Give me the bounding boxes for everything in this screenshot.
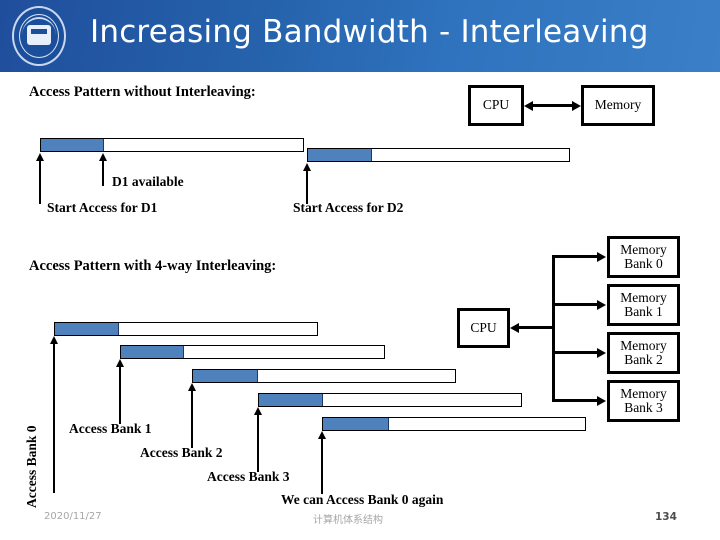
memory-bank-3-line1: Memory — [620, 385, 667, 401]
label-access-bank-2: Access Bank 2 — [140, 445, 223, 460]
arrow-access-bank-2-line — [191, 390, 193, 448]
bar-d1-access — [40, 138, 304, 152]
section-heading-with-interleaving: Access Pattern with 4-way Interleaving: — [29, 258, 277, 274]
arrow-bank-0-again-line — [321, 438, 323, 494]
arrow-d1-available-head-icon — [98, 153, 107, 161]
cpu-box-top: CPU — [468, 85, 524, 126]
bar-d2-access — [307, 148, 570, 162]
arrow-access-bank-3-head-icon — [253, 407, 262, 415]
bar-bank-2-access — [192, 369, 456, 383]
memory-bank-0-line2: Bank 0 — [624, 256, 663, 271]
bar-bank-0-again-access — [322, 417, 586, 431]
branch-bank-3-line — [552, 399, 598, 402]
label-access-bank-0-again: We can Access Bank 0 again — [281, 492, 444, 507]
bar-bank-0-fill — [55, 323, 119, 335]
arrow-access-bank-0-line — [53, 343, 55, 493]
memory-bank-1-box: Memory Bank 1 — [607, 284, 680, 326]
bus-to-cpu-arrow-icon — [510, 322, 519, 333]
branch-bank-0-line — [552, 255, 598, 258]
branch-bank-1-arrow-icon — [597, 299, 606, 310]
cpu-box-interleaved-label: CPU — [470, 319, 497, 335]
memory-box-top-label: Memory — [594, 97, 642, 113]
footer-page-number: 134 — [655, 511, 677, 523]
label-access-bank-0: Access Bank 0 — [24, 425, 39, 508]
arrow-start-d2-head-icon — [302, 163, 311, 171]
arrow-access-bank-0-head-icon — [49, 336, 58, 344]
arrow-access-bank-3-line — [257, 414, 259, 472]
memory-bank-0-box: Memory Bank 0 — [607, 236, 680, 278]
memory-bank-2-line1: Memory — [620, 337, 667, 353]
bar-d1-fill — [41, 139, 104, 151]
label-start-access-d1: Start Access for D1 — [47, 200, 158, 215]
bar-bank-3-access — [258, 393, 522, 407]
memory-bank-1-line1: Memory — [620, 289, 667, 305]
cpu-memory-arrow-right-icon — [572, 100, 581, 111]
memory-bank-1-line2: Bank 1 — [624, 304, 663, 319]
memory-bank-3-box: Memory Bank 3 — [607, 380, 680, 422]
bar-bank-3-fill — [259, 394, 323, 406]
slide-canvas: Increasing Bandwidth - Interleaving Acce… — [0, 0, 720, 540]
label-access-bank-1: Access Bank 1 — [69, 421, 152, 436]
label-access-bank-3: Access Bank 3 — [207, 469, 290, 484]
arrow-start-d1-head-icon — [35, 153, 44, 161]
memory-box-top: Memory — [581, 85, 655, 126]
memory-bank-3-line2: Bank 3 — [624, 400, 663, 415]
bar-bank-2-fill — [193, 370, 258, 382]
slide-header: Increasing Bandwidth - Interleaving — [0, 0, 720, 72]
footer-date: 2020/11/27 — [44, 511, 102, 522]
arrow-start-d1-line — [39, 160, 41, 204]
arrow-start-d2-line — [306, 170, 308, 204]
branch-bank-0-arrow-icon — [597, 251, 606, 262]
branch-bank-2-line — [552, 351, 598, 354]
arrow-access-bank-1-head-icon — [115, 359, 124, 367]
memory-bank-2-box: Memory Bank 2 — [607, 332, 680, 374]
bus-to-cpu-line — [519, 326, 554, 329]
section-heading-without-interleaving: Access Pattern without Interleaving: — [29, 84, 256, 100]
footer-course-title: 计算机体系结构 — [313, 515, 383, 526]
page-title: Increasing Bandwidth - Interleaving — [90, 14, 649, 50]
arrow-access-bank-2-head-icon — [187, 383, 196, 391]
bar-d2-fill — [308, 149, 372, 161]
branch-bank-1-line — [552, 303, 598, 306]
bar-bank-1-access — [120, 345, 385, 359]
branch-bank-3-arrow-icon — [597, 395, 606, 406]
memory-bank-0-line1: Memory — [620, 241, 667, 257]
memory-bank-2-line2: Bank 2 — [624, 352, 663, 367]
label-d1-available: D1 available — [112, 174, 184, 189]
branch-bank-2-arrow-icon — [597, 347, 606, 358]
cpu-memory-connector-line — [533, 104, 573, 107]
cpu-memory-arrow-left-icon — [524, 100, 533, 111]
university-seal-icon — [8, 4, 72, 68]
arrow-access-bank-1-line — [119, 366, 121, 424]
cpu-box-top-label: CPU — [482, 97, 510, 113]
bar-bank-0-again-fill — [323, 418, 389, 430]
bar-bank-0-access — [54, 322, 318, 336]
bar-bank-1-fill — [121, 346, 184, 358]
label-start-access-d2: Start Access for D2 — [293, 200, 404, 215]
arrow-d1-available-line — [102, 160, 104, 186]
cpu-box-interleaved: CPU — [457, 308, 510, 348]
arrow-bank-0-again-head-icon — [317, 431, 326, 439]
